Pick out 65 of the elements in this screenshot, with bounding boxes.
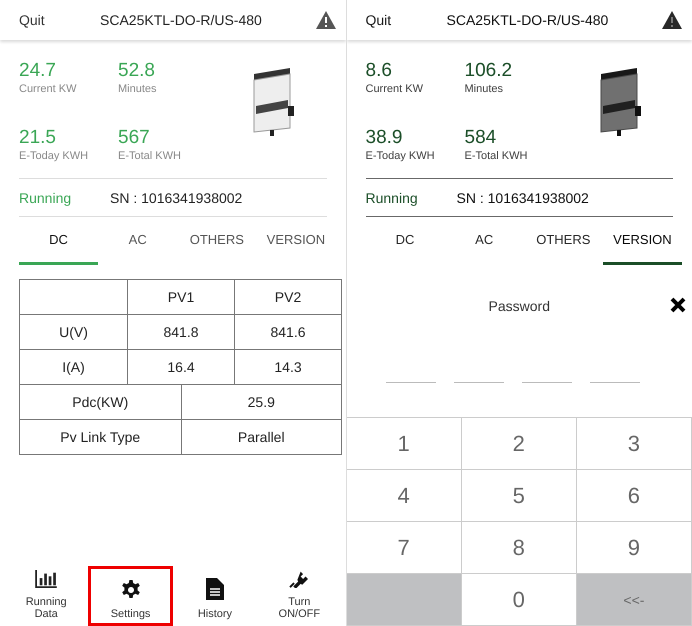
nav-item[interactable]: Turn ON/OFF xyxy=(257,566,342,626)
digit-key[interactable]: 2 xyxy=(462,418,577,470)
stat-label: Minutes xyxy=(464,83,504,95)
quit-link[interactable]: Quit xyxy=(19,12,100,28)
tab[interactable]: DC xyxy=(19,217,98,265)
document-icon xyxy=(206,578,224,600)
stat-label: Current KW xyxy=(366,83,424,95)
table-cell: 841.6 xyxy=(234,315,341,349)
tab[interactable]: VERSION xyxy=(256,217,336,265)
table-cell-text: Pv Link Type xyxy=(59,428,142,447)
close-icon[interactable] xyxy=(668,295,688,315)
tab[interactable]: OTHERS xyxy=(177,217,256,265)
stat-value: 24.7 xyxy=(19,60,57,82)
tab[interactable]: AC xyxy=(98,217,178,265)
digit-key[interactable]: 0 xyxy=(462,574,577,626)
table-cell: 14.3 xyxy=(234,350,341,384)
warning-icon[interactable] xyxy=(662,11,682,29)
warning-icon[interactable] xyxy=(316,11,336,29)
column-header: PV1 xyxy=(127,280,234,314)
stat-label: Minutes xyxy=(118,83,158,95)
dialog-title: Password xyxy=(488,298,550,314)
bar-chart-icon xyxy=(34,570,58,588)
column-header: PV2 xyxy=(234,280,341,314)
device-title: SCA25KTL-DO-R/US-480 xyxy=(100,12,263,28)
digit-key[interactable]: 4 xyxy=(346,470,462,522)
gear-icon xyxy=(120,580,141,600)
stat-value: 584 xyxy=(464,127,498,149)
nav-item[interactable]: Settings xyxy=(88,566,173,626)
status-text: Running xyxy=(19,190,72,206)
serial-number: SN : 1016341938002 xyxy=(456,190,589,206)
stat-value: 8.6 xyxy=(366,60,393,82)
digit-key[interactable]: 7 xyxy=(346,522,462,574)
tab[interactable]: AC xyxy=(444,217,524,265)
status-text: Running xyxy=(366,190,419,206)
stat-label: Current KW xyxy=(19,83,78,95)
quit-link[interactable]: Quit xyxy=(366,12,446,28)
digit-key[interactable]: 5 xyxy=(462,470,577,522)
nav-item[interactable]: Running Data xyxy=(4,566,88,626)
tab[interactable]: OTHERS xyxy=(524,217,603,265)
stat-value: 52.8 xyxy=(118,60,156,82)
stat-value: 38.9 xyxy=(366,127,404,149)
digit-key[interactable]: 6 xyxy=(576,470,692,522)
stat-value: 21.5 xyxy=(19,127,57,149)
table-cell-text: U(V) xyxy=(58,323,89,342)
table-cell-text: Pdc(KW) xyxy=(71,393,130,412)
table-cell: 841.8 xyxy=(127,315,234,349)
serial-number: SN : 1016341938002 xyxy=(110,190,242,206)
table-cell-text: I(A) xyxy=(61,358,86,377)
table-cell: 16.4 xyxy=(127,350,234,384)
stat-label: E-Today KWH xyxy=(366,150,436,162)
tab[interactable]: DC xyxy=(366,217,445,265)
nav-item[interactable]: History xyxy=(172,566,258,626)
digit-key[interactable]: 8 xyxy=(462,522,577,574)
tab[interactable]: VERSION xyxy=(602,217,682,265)
stat-label: E-Total KWH xyxy=(118,150,182,162)
stat-value: 106.2 xyxy=(464,60,514,82)
digit-key[interactable]: 9 xyxy=(576,522,692,574)
table-cell: Parallel xyxy=(180,420,341,454)
stat-value: 567 xyxy=(118,127,151,149)
table-cell: 25.9 xyxy=(180,385,341,419)
device-title: SCA25KTL-DO-R/US-480 xyxy=(446,12,610,28)
stat-label: E-Total KWH xyxy=(464,150,528,162)
stat-label: E-Today KWH xyxy=(19,150,90,162)
digit-key[interactable]: 3 xyxy=(576,418,692,470)
digit-key[interactable]: 1 xyxy=(346,418,462,470)
